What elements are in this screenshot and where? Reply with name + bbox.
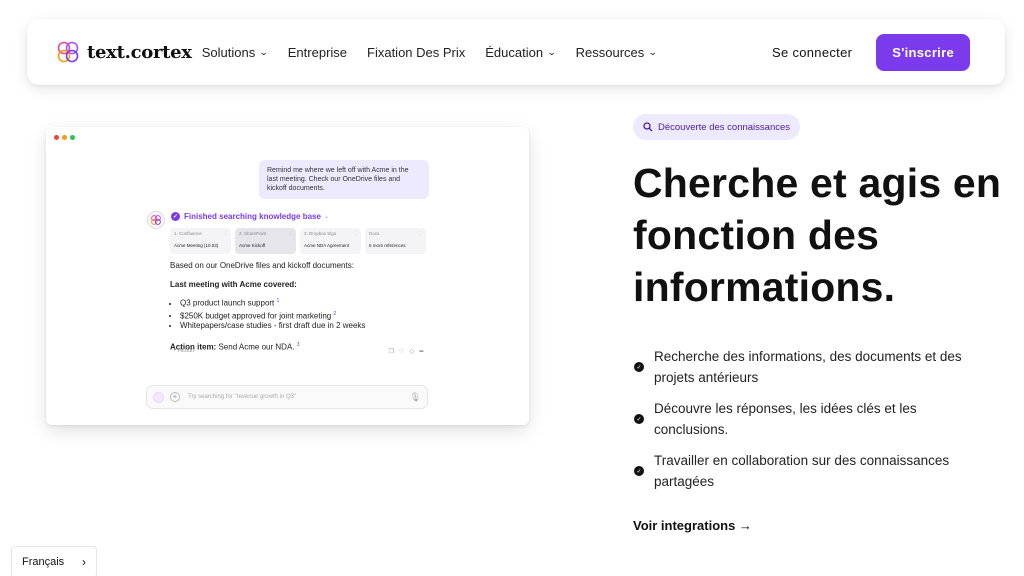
source-cards: 1. Confluence Acme Meeting (10.03) ⋮ 2. …	[170, 228, 426, 254]
chevron-down-icon: ⌄	[259, 46, 269, 57]
nav-resources-label: Ressources	[575, 44, 645, 60]
check-icon: ✓	[634, 362, 644, 372]
source-title: Acme Meeting (10.03)	[174, 243, 219, 248]
source-title: Acme NDA Agreement	[304, 243, 350, 248]
feature-text: Découvre les réponses, les idées clés et…	[654, 401, 917, 437]
signup-button[interactable]: S'inscrire	[876, 33, 970, 71]
answer-heading: Last meeting with Acme covered:	[170, 280, 297, 289]
plus-icon[interactable]: +	[170, 392, 180, 402]
hero-title: Cherche et agis en fonction des informat…	[633, 160, 1002, 310]
citation-ref[interactable]: 2	[333, 311, 336, 317]
answer-item-text: Whitepapers/case studies - first draft d…	[180, 321, 366, 331]
source-name: SharePoint	[244, 231, 267, 236]
citation-ref[interactable]: 1	[277, 298, 280, 304]
list-item: Q3 product launch support 1	[180, 296, 470, 309]
add-action-button[interactable]: + Action	[173, 348, 195, 355]
answer-intro: Based on our OneDrive files and kickoff …	[170, 261, 354, 270]
more-icon: ⋮	[418, 231, 423, 237]
microphone-icon[interactable]: 🎙	[410, 392, 421, 403]
language-selector[interactable]: Français ›	[11, 546, 97, 576]
source-card-meta: 3. Dropbox Sign	[304, 231, 357, 236]
message-actions: + Action ❐ ♡ ◇ ➦	[173, 348, 424, 355]
copy-icon[interactable]: ❐	[389, 348, 394, 355]
list-item: $250K budget approved for joint marketin…	[180, 309, 470, 322]
list-item: Whitepapers/case studies - first draft d…	[180, 321, 470, 331]
share-icon[interactable]: ➦	[419, 348, 424, 355]
feature-badge: Découverte des connaissances	[633, 114, 801, 140]
thumbs-down-icon[interactable]: ◇	[409, 348, 414, 355]
feature-badge-label: Découverte des connaissances	[658, 121, 791, 133]
integrations-link[interactable]: Voir integrations →	[633, 518, 752, 533]
search-icon	[643, 122, 653, 132]
source-card[interactable]: 1. Confluence Acme Meeting (10.03) ⋮	[170, 228, 231, 254]
more-icon: ⋮	[223, 231, 228, 237]
main-menu: Solutions ⌄ Entreprise Fixation Des Prix …	[202, 45, 677, 60]
chat-input[interactable]: + Try searching for "revenue growth in Q…	[146, 385, 428, 409]
nav-resources[interactable]: Ressources ⌄	[575, 44, 658, 60]
assistant-avatar	[147, 211, 165, 229]
search-status-text: Finished searching knowledge base	[184, 212, 321, 221]
feature-text: Travailler en collaboration sur des conn…	[654, 453, 950, 489]
chevron-right-icon: ›	[82, 555, 86, 569]
source-card-meta: 1. Confluence	[174, 231, 227, 236]
thumbs-up-icon[interactable]: ♡	[399, 348, 404, 355]
source-name: Confluence	[179, 231, 202, 236]
source-card[interactable]: Docs 5 more references ⋮	[365, 228, 426, 254]
nav-entreprise-label: Entreprise	[287, 44, 348, 60]
nav-pricing[interactable]: Fixation Des Prix	[367, 45, 465, 60]
source-card[interactable]: 3. Dropbox Sign Acme NDA Agreement ⋮	[300, 228, 361, 254]
answer-item-text: Q3 product launch support	[180, 298, 275, 308]
feature-text: Recherche des informations, des document…	[654, 349, 962, 385]
source-index: 3.	[304, 231, 308, 236]
check-icon: ✓	[171, 212, 180, 221]
source-card-meta: 2. SharePoint	[239, 231, 292, 236]
search-status[interactable]: ✓ Finished searching knowledge base ⌄	[171, 212, 329, 221]
list-item: ✓ Découvre les réponses, les idées clés …	[634, 398, 994, 440]
source-index: 1.	[174, 231, 178, 236]
source-card[interactable]: 2. SharePoint Acme Kickoff ⋮	[235, 228, 296, 254]
feature-list: ✓ Recherche des informations, des docume…	[634, 346, 994, 502]
source-title: 5 more references	[369, 243, 406, 248]
chevron-down-icon: ⌄	[323, 214, 329, 220]
chevron-down-icon: ⌄	[546, 46, 557, 57]
language-label: Français	[22, 556, 65, 568]
brain-logo-icon	[57, 41, 79, 63]
nav-actions: Se connecter S'inscrire	[772, 33, 970, 71]
feedback-icons: ❐ ♡ ◇ ➦	[389, 348, 424, 355]
list-item: ✓ Travailler en collaboration sur des co…	[634, 450, 994, 492]
check-icon: ✓	[634, 414, 644, 424]
assistant-avatar-icon	[153, 391, 164, 403]
minimize-dot-icon	[62, 135, 67, 140]
nav-education[interactable]: Éducation ⌄	[485, 44, 557, 60]
nav-entreprise[interactable]: Entreprise	[288, 45, 347, 60]
maximize-dot-icon	[70, 135, 75, 140]
more-icon: ⋮	[288, 231, 293, 237]
source-name: Docs	[369, 231, 380, 236]
nav-solutions[interactable]: Solutions ⌄	[201, 44, 269, 60]
answer-item-text: $250K budget approved for joint marketin…	[180, 311, 332, 321]
top-navbar: text.cortex Solutions ⌄ Entreprise Fixati…	[27, 19, 1005, 85]
more-icon: ⋮	[353, 231, 358, 237]
brand-name: text.cortex	[87, 41, 192, 63]
assistant-answer: Based on our OneDrive files and kickoff …	[170, 261, 470, 353]
app-preview-window: Remind me where we left off with Acme in…	[46, 127, 529, 425]
brain-logo-icon	[151, 215, 161, 225]
brand-logo[interactable]: text.cortex	[55, 39, 192, 65]
source-title: Acme Kickoff	[239, 243, 266, 248]
chevron-down-icon: ⌄	[648, 46, 658, 57]
close-dot-icon	[54, 135, 59, 140]
user-message-bubble: Remind me where we left off with Acme in…	[259, 160, 429, 199]
check-icon: ✓	[634, 466, 644, 476]
window-controls	[54, 135, 75, 140]
answer-list: Q3 product launch support 1 $250K budget…	[170, 296, 470, 331]
nav-education-label: Éducation	[485, 44, 544, 60]
source-card-meta: Docs	[369, 231, 422, 236]
nav-solutions-label: Solutions	[201, 44, 256, 60]
source-index: 2.	[239, 231, 243, 236]
login-link[interactable]: Se connecter	[772, 45, 852, 60]
source-name: Dropbox Sign	[309, 231, 337, 236]
nav-pricing-label: Fixation Des Prix	[367, 44, 466, 60]
chat-input-placeholder: Try searching for "revenue growth in Q3"	[188, 394, 297, 400]
list-item: ✓ Recherche des informations, des docume…	[634, 346, 994, 388]
